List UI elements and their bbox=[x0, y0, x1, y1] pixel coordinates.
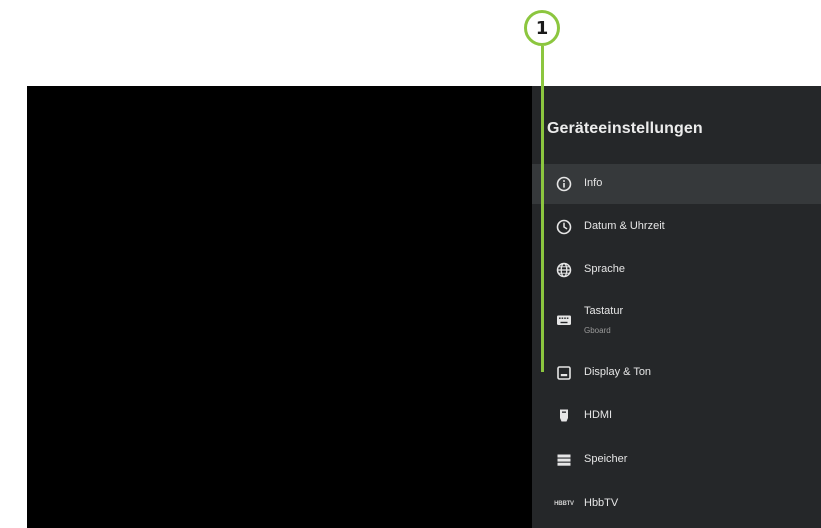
callout-leader-line bbox=[541, 46, 544, 372]
menu-item-label: Info bbox=[584, 177, 603, 189]
menu-item-storage[interactable]: Speicher bbox=[532, 440, 821, 480]
menu-item-date-time[interactable]: Datum & Uhrzeit bbox=[532, 207, 821, 247]
menu-item-info[interactable]: Info bbox=[532, 164, 821, 204]
menu-item-label: Display & Ton bbox=[584, 366, 652, 378]
menu-item-label: Datum & Uhrzeit bbox=[584, 220, 665, 232]
hdmi-icon bbox=[556, 408, 572, 424]
panel-title: Geräteeinstellungen bbox=[547, 120, 703, 137]
menu-item-keyboard[interactable]: Tastatur Gboard bbox=[532, 298, 821, 342]
menu-item-sublabel: Gboard bbox=[584, 326, 611, 335]
keyboard-icon bbox=[556, 312, 572, 328]
menu-item-label: Speicher bbox=[584, 453, 628, 465]
menu-item-hdmi[interactable]: HDMI bbox=[532, 396, 821, 436]
menu-item-language[interactable]: Sprache bbox=[532, 250, 821, 290]
menu-item-label: Tastatur bbox=[584, 305, 624, 317]
menu-item-label: HbbTV bbox=[584, 497, 619, 509]
menu-item-label: HDMI bbox=[584, 409, 613, 421]
storage-icon bbox=[556, 452, 572, 468]
callout-marker: 1 bbox=[524, 10, 560, 46]
hbbtv-icon-text: HBBTV bbox=[554, 501, 574, 507]
callout-number: 1 bbox=[535, 17, 549, 39]
menu-item-display-sound[interactable]: Display & Ton bbox=[532, 353, 821, 393]
hbbtv-icon: HBBTV bbox=[554, 496, 574, 512]
tv-screen: Geräteeinstellungen Info Datum & Uhrzeit… bbox=[27, 86, 821, 528]
clock-icon bbox=[556, 219, 572, 235]
display-icon bbox=[556, 365, 572, 381]
menu-item-hbbtv[interactable]: HBBTV HbbTV bbox=[532, 484, 821, 524]
settings-panel: Geräteeinstellungen Info Datum & Uhrzeit… bbox=[532, 86, 821, 528]
globe-icon bbox=[556, 262, 572, 278]
menu-item-label: Sprache bbox=[584, 263, 625, 275]
info-icon bbox=[556, 176, 572, 192]
